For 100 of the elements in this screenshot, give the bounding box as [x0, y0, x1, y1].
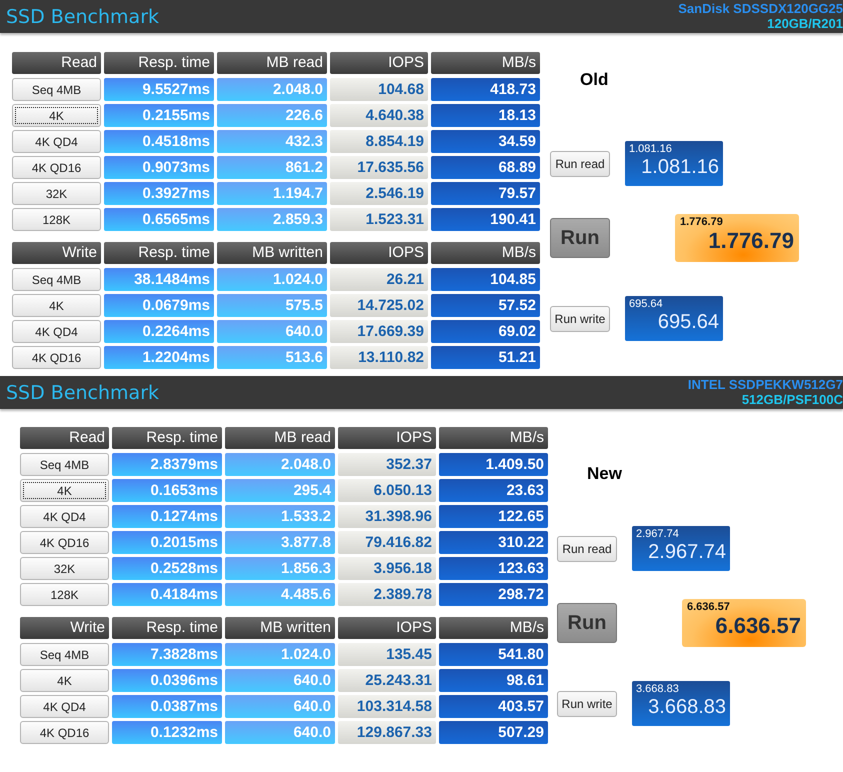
app-title: SSD Benchmark	[5, 382, 160, 404]
column-header: IOPS	[330, 242, 428, 264]
result-cell: 0.2528ms	[112, 557, 222, 580]
drive-model: SanDisk SDSSDX120GG25	[678, 1, 843, 16]
score-caption: 1.081.16	[629, 143, 672, 155]
result-cell: 1.194.7	[217, 182, 327, 205]
column-header: Resp. time	[104, 52, 214, 74]
result-cell: 26.21	[330, 268, 428, 291]
result-cell: 3.956.18	[338, 557, 436, 580]
column-header: Resp. time	[112, 427, 222, 449]
result-cell: 4.485.6	[225, 583, 335, 606]
result-cell: 79.416.82	[338, 531, 436, 554]
result-cell: 640.0	[217, 320, 327, 343]
run-write-button[interactable]: Run write	[550, 306, 610, 332]
drive-label: Old	[580, 70, 608, 90]
result-cell: 0.6565ms	[104, 208, 214, 231]
test-button[interactable]: 32K	[12, 182, 101, 205]
drive-label: New	[587, 464, 622, 484]
result-cell: 1.856.3	[225, 557, 335, 580]
column-header: Resp. time	[112, 617, 222, 639]
column-header: MB read	[217, 52, 327, 74]
test-button[interactable]: 4K QD16	[20, 721, 109, 744]
test-button[interactable]: Seq 4MB	[12, 268, 101, 291]
result-cell: 4.640.38	[330, 104, 428, 127]
result-cell: 25.243.31	[338, 669, 436, 692]
result-cell: 0.1274ms	[112, 505, 222, 528]
result-cell: 122.65	[439, 505, 548, 528]
result-cell: 1.024.0	[225, 643, 335, 666]
result-cell: 57.52	[431, 294, 540, 317]
test-button[interactable]: Seq 4MB	[12, 78, 101, 101]
result-cell: 352.37	[338, 453, 436, 476]
run-button[interactable]: Run	[550, 218, 610, 258]
test-button[interactable]: 4K QD16	[20, 531, 109, 554]
test-button[interactable]: 4K QD4	[12, 130, 101, 153]
result-cell: 103.314.58	[338, 695, 436, 718]
result-cell: 0.0679ms	[104, 294, 214, 317]
result-cell: 0.3927ms	[104, 182, 214, 205]
result-cell: 298.72	[439, 583, 548, 606]
score-value: 1.776.79	[708, 228, 794, 254]
result-cell: 135.45	[338, 643, 436, 666]
column-header: MB/s	[431, 52, 540, 74]
result-cell: 0.2264ms	[104, 320, 214, 343]
column-header: MB written	[217, 242, 327, 264]
run-write-button[interactable]: Run write	[557, 690, 617, 716]
result-cell: 513.6	[217, 346, 327, 369]
test-button[interactable]: 4K QD16	[12, 346, 101, 369]
test-button[interactable]: 4K	[20, 669, 109, 692]
column-header: Write	[20, 617, 109, 639]
result-cell: 34.59	[431, 130, 540, 153]
score-value: 1.081.16	[641, 155, 719, 179]
column-header: MB/s	[439, 617, 548, 639]
test-button[interactable]: 4K QD16	[12, 156, 101, 179]
test-button[interactable]: 128K	[12, 208, 101, 231]
result-cell: 17.669.39	[330, 320, 428, 343]
result-cell: 13.110.82	[330, 346, 428, 369]
test-button[interactable]: 4K QD4	[20, 695, 109, 718]
result-cell: 226.6	[217, 104, 327, 127]
column-header: Resp. time	[104, 242, 214, 264]
test-button[interactable]: 4K	[20, 479, 109, 502]
result-cell: 51.21	[431, 346, 540, 369]
test-button[interactable]: 4K	[12, 294, 101, 317]
result-cell: 310.22	[439, 531, 548, 554]
result-cell: 2.546.19	[330, 182, 428, 205]
result-cell: 1.024.0	[217, 268, 327, 291]
test-button[interactable]: Seq 4MB	[20, 643, 109, 666]
result-cell: 8.854.19	[330, 130, 428, 153]
test-button[interactable]: 4K QD4	[20, 505, 109, 528]
run-read-button[interactable]: Run read	[557, 536, 617, 562]
column-header: Read	[20, 427, 109, 449]
column-header: MB written	[225, 617, 335, 639]
result-cell: 0.1232ms	[112, 721, 222, 744]
result-cell: 0.1653ms	[112, 479, 222, 502]
column-header: IOPS	[330, 52, 428, 74]
column-header: IOPS	[338, 617, 436, 639]
test-button[interactable]: 4K QD4	[12, 320, 101, 343]
result-cell: 1.2204ms	[104, 346, 214, 369]
result-cell: 640.0	[225, 669, 335, 692]
result-cell: 0.4184ms	[112, 583, 222, 606]
column-header: Write	[12, 242, 101, 264]
score-value: 6.636.57	[715, 613, 801, 639]
result-cell: 69.02	[431, 320, 540, 343]
test-button[interactable]: 128K	[20, 583, 109, 606]
score-value: 695.64	[658, 310, 719, 334]
run-read-button[interactable]: Run read	[550, 150, 610, 176]
result-cell: 1.409.50	[439, 453, 548, 476]
test-button[interactable]: 32K	[20, 557, 109, 580]
score-value: 3.668.83	[648, 695, 726, 719]
result-cell: 575.5	[217, 294, 327, 317]
test-button[interactable]: 4K	[12, 104, 101, 127]
result-cell: 418.73	[431, 78, 540, 101]
run-button[interactable]: Run	[557, 603, 617, 643]
score-caption: 1.776.79	[680, 216, 723, 228]
column-header: MB/s	[439, 427, 548, 449]
result-cell: 7.3828ms	[112, 643, 222, 666]
test-button[interactable]: Seq 4MB	[20, 453, 109, 476]
result-cell: 14.725.02	[330, 294, 428, 317]
result-cell: 2.389.78	[338, 583, 436, 606]
result-cell: 31.398.96	[338, 505, 436, 528]
result-cell: 0.4518ms	[104, 130, 214, 153]
result-cell: 17.635.56	[330, 156, 428, 179]
